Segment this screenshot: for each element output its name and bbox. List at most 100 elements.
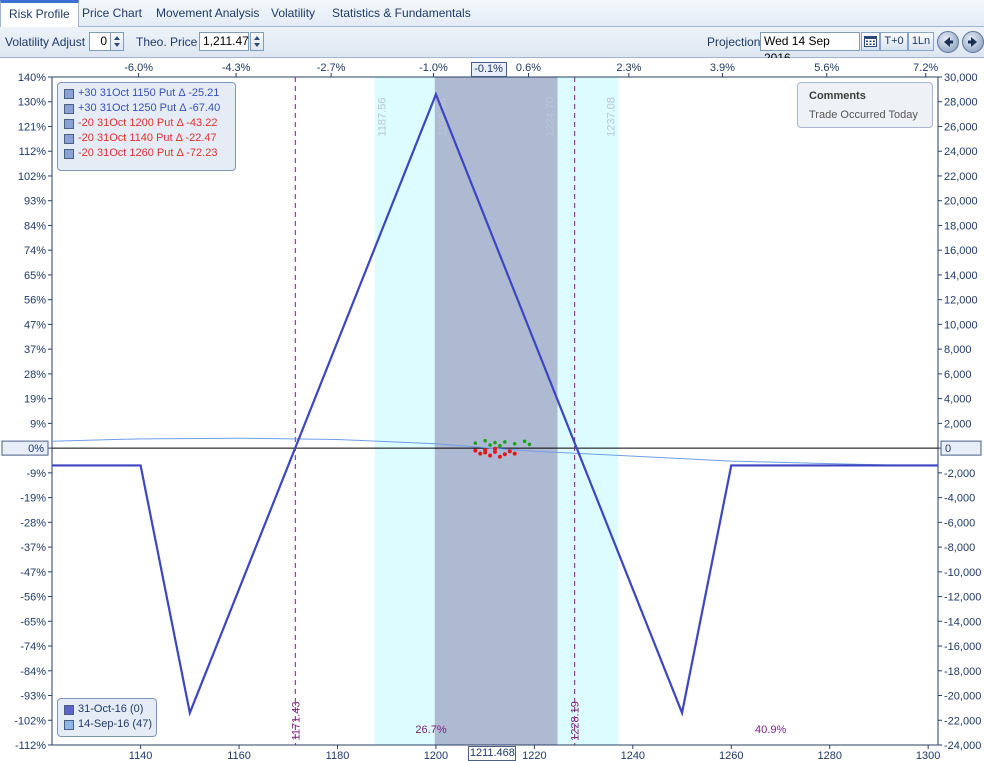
right-axis-tick-label: 14,000: [944, 270, 978, 282]
top-axis-tick-label: 7.2%: [913, 62, 938, 74]
spin-up-icon[interactable]: [254, 36, 260, 40]
top-axis-tick-label: 0.6%: [516, 62, 541, 74]
one-ln-button[interactable]: 1Ln: [908, 32, 934, 51]
volatility-adjust-label: Volatility Adjust: [5, 35, 86, 49]
trade-marker-green: [498, 443, 502, 448]
right-axis-tick-label: -6,000: [944, 517, 975, 529]
right-axis-tick-label: -18,000: [944, 666, 981, 678]
bottom-axis-tick-label: 1200: [424, 750, 448, 761]
trade-marker-red: [497, 454, 502, 459]
trade-marker-red: [493, 446, 497, 451]
positions-legend: +30 31Oct 1150 Put Δ -25.21 +30 31Oct 125…: [57, 82, 236, 171]
band-label: 1187.56: [377, 98, 389, 137]
trade-marker-red: [483, 447, 488, 452]
legend-date-label: 14-Sep-16 (47): [78, 718, 152, 730]
left-axis-tick-label: -19%: [20, 493, 46, 505]
toolbar: Volatility Adjust 0 Theo. Price 1,211.47…: [0, 27, 984, 65]
risk-profile-chart[interactable]: 1187.56 1199.94 1224.70 1237.08 140% 30,000 13…: [0, 58, 984, 761]
right-axis-tick-label: 12,000: [944, 295, 978, 307]
legend-date-item[interactable]: 14-Sep-16 (47): [58, 717, 156, 732]
left-axis-tick-label: -84%: [20, 666, 46, 678]
band-label: 1237.08: [605, 97, 617, 137]
theo-price-spinner[interactable]: [250, 32, 264, 51]
volatility-adjust-input[interactable]: 0: [89, 32, 111, 51]
trade-marker-red: [488, 453, 493, 458]
left-axis-tick-label: 102%: [18, 171, 46, 183]
legend-position-item[interactable]: +30 31Oct 1250 Put Δ -67.40: [58, 101, 235, 116]
legend-position-label: -20 31Oct 1140 Put Δ -22.47: [78, 132, 217, 144]
trade-marker-green: [512, 441, 517, 446]
right-axis-tick-label: -24,000: [944, 740, 981, 752]
legend-swatch[interactable]: [64, 119, 74, 129]
legend-swatch[interactable]: [64, 104, 74, 114]
bottom-axis-tick-label: 1240: [621, 750, 645, 761]
comments-title: Comments: [809, 90, 866, 102]
projection-label: Projection: [707, 35, 761, 49]
top-axis-tick-label: 3.9%: [710, 62, 735, 74]
right-axis-tick-label: -4,000: [944, 493, 975, 505]
bottom-axis-tick-label: 1280: [817, 750, 841, 761]
left-axis-tick-label: -112%: [15, 740, 46, 752]
t-plus-zero-button[interactable]: T+0: [880, 32, 908, 51]
right-axis-tick-label: 20,000: [944, 196, 978, 208]
right-axis-tick-label: -20,000: [944, 691, 981, 703]
left-axis-tick-label: -56%: [20, 592, 46, 604]
zero-right-label: 0: [945, 443, 951, 455]
left-axis-tick-label: 130%: [18, 97, 46, 109]
probability-label: 40.9%: [755, 724, 786, 736]
volatility-adjust-spinner[interactable]: [110, 32, 124, 51]
spin-down-icon[interactable]: [114, 43, 120, 47]
top-axis-tick-label: -2.7%: [317, 62, 346, 74]
breakeven-label: 1228.19: [570, 701, 582, 741]
tab-volatility[interactable]: Volatility: [263, 0, 323, 26]
left-axis-tick-label: 37%: [24, 344, 46, 356]
left-axis-tick-label: 140%: [18, 72, 46, 84]
arrow-left-icon[interactable]: [937, 31, 959, 53]
left-axis-tick-label: 47%: [24, 319, 46, 331]
trade-marker-green: [522, 439, 527, 444]
tab-risk-profile[interactable]: Risk Profile: [0, 0, 79, 28]
legend-position-item[interactable]: -20 31Oct 1260 Put Δ -72.23: [58, 146, 235, 161]
top-axis-tick-label: 2.3%: [616, 62, 641, 74]
legend-position-item[interactable]: -20 31Oct 1140 Put Δ -22.47: [58, 131, 235, 146]
arrow-right-icon[interactable]: [962, 31, 984, 53]
legend-position-label: +30 31Oct 1150 Put Δ -25.21: [78, 87, 220, 99]
right-axis-tick-label: 30,000: [944, 72, 978, 84]
top-axis-tick-label: -1.0%: [419, 62, 448, 74]
legend-swatch[interactable]: [64, 134, 74, 144]
legend-swatch[interactable]: [64, 705, 74, 715]
legend-position-item[interactable]: -20 31Oct 1200 Put Δ -43.22: [58, 116, 235, 131]
legend-swatch[interactable]: [64, 149, 74, 159]
left-axis-tick-label: -47%: [20, 567, 46, 579]
comments-panel: Comments Trade Occurred Today: [797, 82, 933, 128]
left-axis-tick-label: 74%: [24, 245, 46, 257]
right-axis-tick-label: 22,000: [944, 171, 978, 183]
left-axis-tick-label: 84%: [24, 220, 46, 232]
tab-movement-analysis[interactable]: Movement Analysis: [148, 0, 267, 26]
bottom-axis-tick-label: 1140: [129, 750, 153, 761]
right-axis-tick-label: -14,000: [944, 616, 981, 628]
tab-statistics-fundamentals[interactable]: Statistics & Fundamentals: [324, 0, 479, 26]
spin-down-icon[interactable]: [254, 43, 260, 47]
right-axis-tick-label: -10,000: [944, 567, 981, 579]
left-axis-tick-label: -74%: [20, 641, 46, 653]
calendar-icon[interactable]: [861, 32, 880, 51]
bottom-axis-tick-label: 1160: [227, 750, 251, 761]
legend-swatch[interactable]: [64, 720, 74, 730]
trade-marker-red: [478, 451, 483, 456]
legend-swatch[interactable]: [64, 89, 74, 99]
tab-price-chart[interactable]: Price Chart: [74, 0, 150, 26]
projection-date-input[interactable]: Wed 14 Sep 2016: [760, 32, 860, 65]
legend-date-item[interactable]: 31-Oct-16 (0): [58, 702, 156, 717]
theo-price-input[interactable]: 1,211.47: [199, 32, 249, 51]
left-axis-tick-label: 56%: [24, 295, 46, 307]
right-axis-tick-label: 26,000: [944, 121, 978, 133]
legend-date-label: 31-Oct-16 (0): [78, 703, 144, 715]
left-axis-tick-label: -9%: [26, 468, 46, 480]
spin-up-icon[interactable]: [114, 36, 120, 40]
zero-left-label: 0%: [28, 443, 44, 455]
comments-body: Trade Occurred Today: [809, 109, 918, 121]
right-axis-tick-label: 28,000: [944, 97, 978, 109]
right-axis-tick-label: -2,000: [944, 468, 975, 480]
legend-position-item[interactable]: +30 31Oct 1150 Put Δ -25.21: [58, 86, 235, 101]
